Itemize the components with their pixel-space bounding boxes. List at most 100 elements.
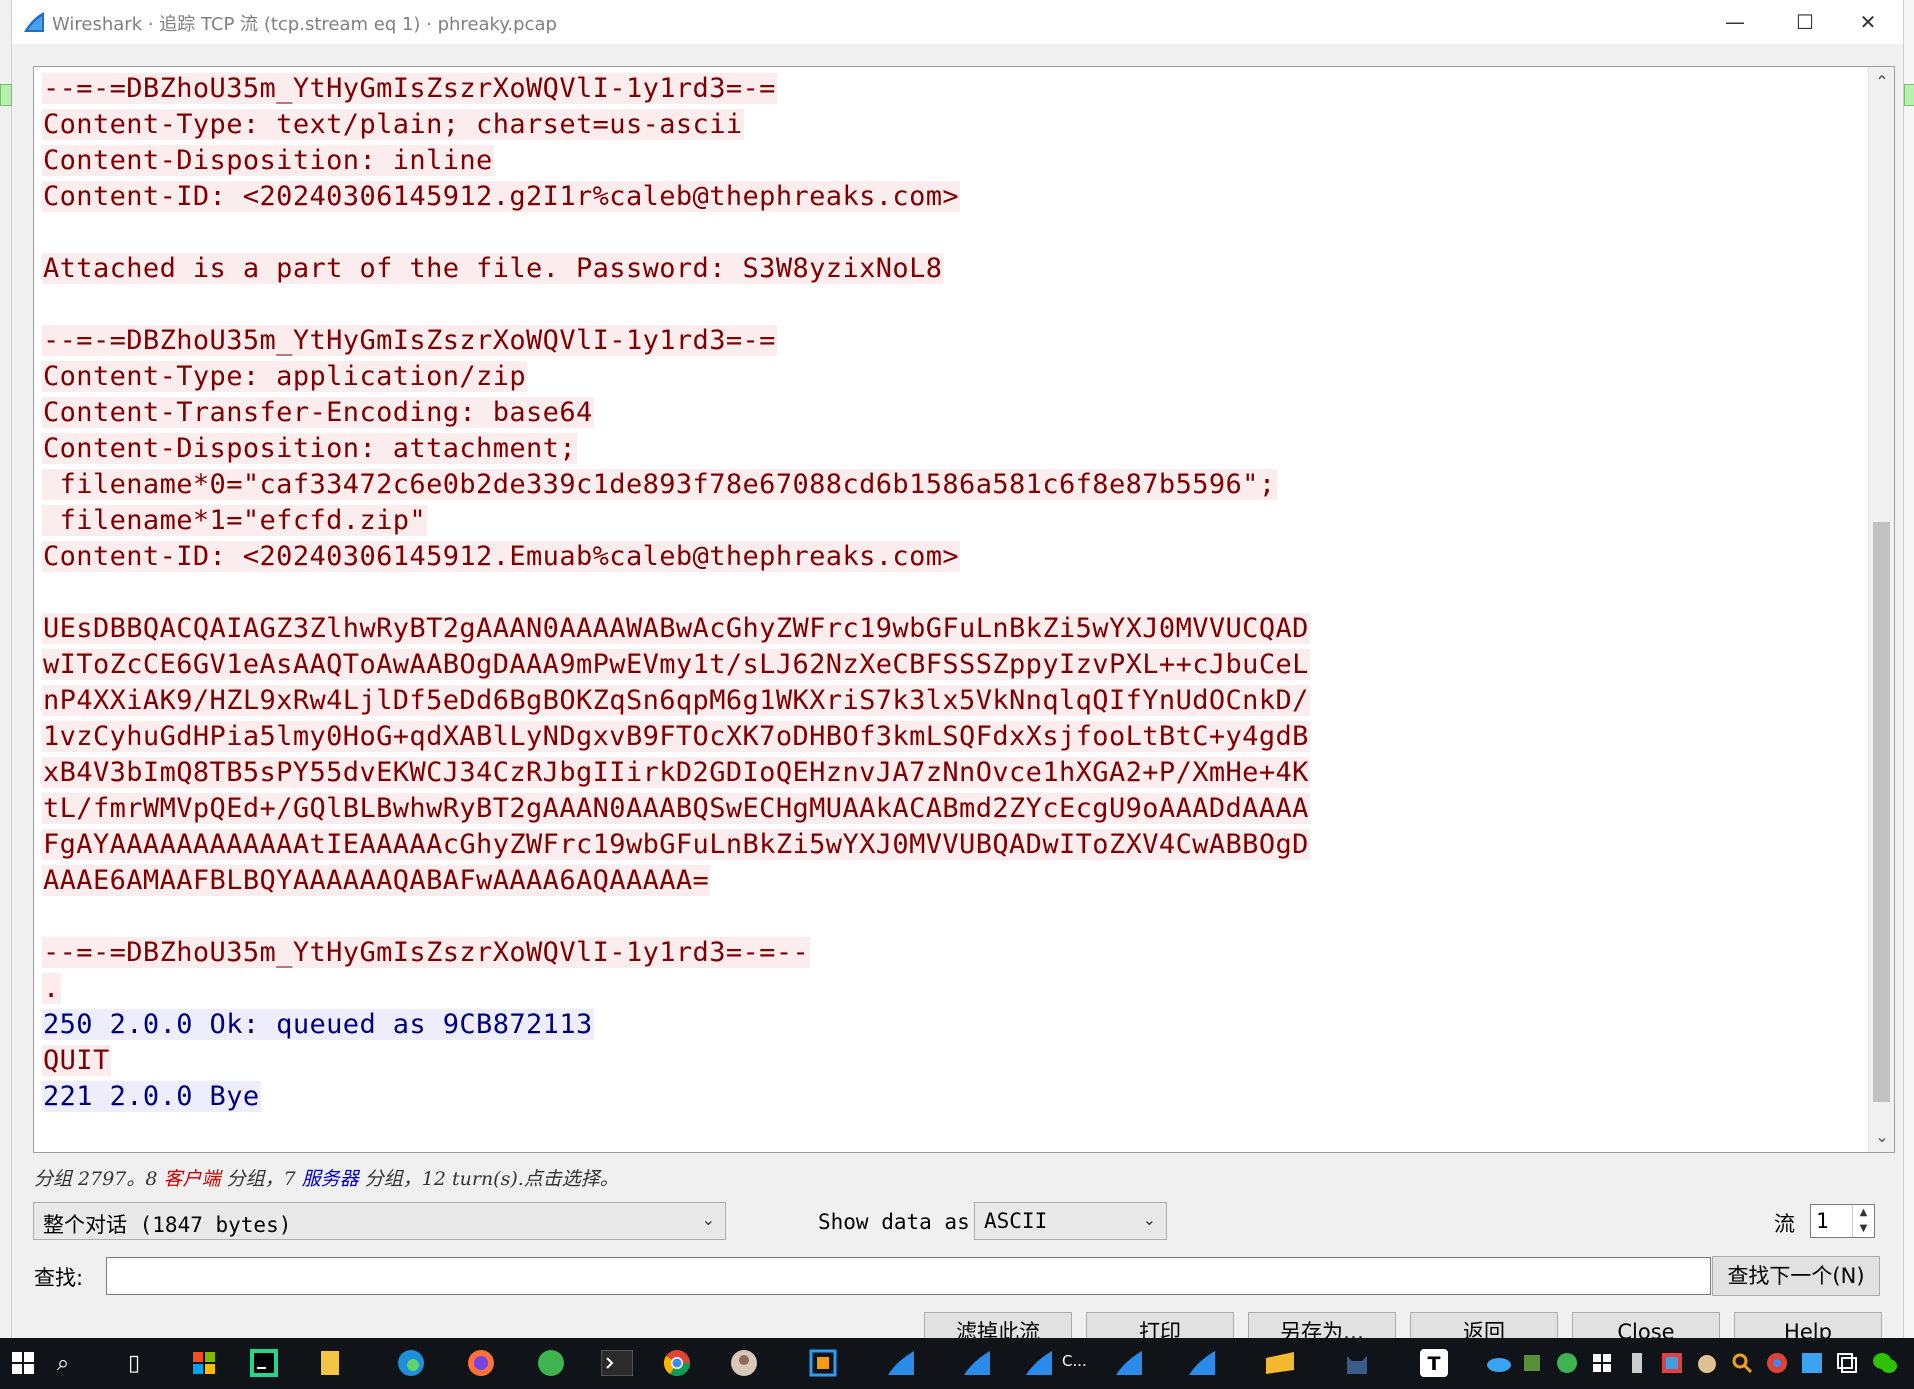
stream-line-blank (42, 287, 1862, 323)
archive-icon[interactable] (1263, 1346, 1297, 1380)
tray-grid-icon[interactable] (1585, 1346, 1619, 1380)
stream-line-text: Content-Transfer-Encoding: base64 (42, 397, 594, 428)
stream-line-client: Content-Transfer-Encoding: base64 (42, 395, 1862, 431)
print-button[interactable]: 打印 (1086, 1312, 1234, 1338)
svg-text:T: T (1428, 1353, 1441, 1375)
find-next-button[interactable]: 查找下一个(N) (1712, 1256, 1880, 1296)
windows-start-icon[interactable] (6, 1346, 40, 1380)
stream-line-text: Content-ID: <20240306145912.g2I1r%caleb@… (42, 181, 961, 212)
stream-line-client: wIToZcCE6GV1eAsAAQToAwAABOgDAAA9mPwEVmy1… (42, 647, 1862, 683)
stream-line-text: UEsDBBQACQAIAGZ3ZlhwRyBT2gAAAN0AAAAWABwA… (42, 613, 1310, 644)
terminal-icon[interactable] (600, 1346, 634, 1380)
stream-line-text: filename*0="caf33472c6e0b2de339c1de893f7… (42, 469, 1277, 500)
vertical-scrollbar[interactable]: ⌃ ⌄ (1868, 67, 1894, 1152)
stepper-down-icon[interactable]: ▼ (1852, 1221, 1874, 1237)
tray-cat-icon[interactable] (1690, 1346, 1724, 1380)
stream-line-text: FgAYAAAAAAAAAAAAtIEAAAAAcGhyZWFrc19wbGFu… (42, 829, 1310, 860)
filter-out-button[interactable]: 滤掉此流 (924, 1312, 1072, 1338)
stream-line-text: . (42, 973, 61, 1004)
stream-line-text (42, 577, 44, 608)
wireshark-taskbar-icon[interactable] (1022, 1346, 1056, 1380)
file-explorer-icon[interactable] (314, 1346, 348, 1380)
summary-prefix: 分组 2797。8 (34, 1168, 164, 1190)
title-bar: Wireshark · 追踪 TCP 流 (tcp.stream eq 1) ·… (12, 0, 1903, 44)
help-button[interactable]: Help (1734, 1312, 1882, 1338)
stream-line-text: Content-Type: application/zip (42, 361, 528, 392)
stream-line-text: 221 2.0.0 Bye (42, 1081, 261, 1112)
tray-app-icon[interactable] (1515, 1346, 1549, 1380)
close-window-button[interactable]: ✕ (1833, 0, 1903, 44)
stream-line-client: --=-=DBZhoU35m_YtHyGmIsZszrXoWQVlI-1y1rd… (42, 71, 1862, 107)
wireshark-taskbar-icon[interactable] (1185, 1346, 1219, 1380)
stream-line-client: Content-ID: <20240306145912.Emuab%caleb@… (42, 539, 1862, 575)
cat-app-icon[interactable] (1340, 1346, 1374, 1380)
server-label: 服务器 (301, 1168, 359, 1190)
stream-line-client: Content-Disposition: inline (42, 143, 1862, 179)
show-data-select[interactable]: ASCII ⌄ (974, 1202, 1167, 1240)
tray-search-icon[interactable] (1725, 1346, 1759, 1380)
stream-line-text: wIToZcCE6GV1eAsAAQToAwAABOgDAAA9mPwEVmy1… (42, 649, 1310, 680)
scroll-down-arrow-icon[interactable]: ⌄ (1869, 1124, 1894, 1150)
browser-e-icon[interactable] (534, 1346, 568, 1380)
search-icon[interactable]: ⌕ (46, 1346, 80, 1380)
taskbar: ⌕ ▯ C... T (0, 1338, 1914, 1389)
stream-number-value: 1 (1816, 1209, 1829, 1233)
tray-color-icon[interactable] (1655, 1346, 1689, 1380)
conversation-select[interactable]: 整个对话 (1847 bytes) ⌄ (33, 1202, 726, 1240)
stream-line-client: nP4XXiAK9/HZL9xRw4LjlDf5eDd6BgBOKZqSn6qp… (42, 683, 1862, 719)
stream-line-client: . (42, 971, 1862, 1007)
tray-window-icon[interactable] (1830, 1346, 1864, 1380)
find-label: 查找: (34, 1266, 84, 1290)
stream-number-stepper[interactable]: 1 ▲ ▼ (1810, 1204, 1875, 1238)
stream-line-client: filename*1="efcfd.zip" (42, 503, 1862, 539)
chrome-icon[interactable] (660, 1346, 694, 1380)
tray-edit-icon[interactable] (1795, 1346, 1829, 1380)
minimize-button[interactable]: — (1700, 0, 1770, 44)
stream-line-text: --=-=DBZhoU35m_YtHyGmIsZszrXoWQVlI-1y1rd… (42, 325, 777, 356)
stream-line-client: UEsDBBQACQAIAGZ3ZlhwRyBT2gAAAN0AAAAWABwA… (42, 611, 1862, 647)
pycharm-icon[interactable] (247, 1346, 281, 1380)
stream-line-text: xB4V3bImQ8TB5sPY55dvEKWCJ34CzRJbgIIirkD2… (42, 757, 1310, 788)
stream-line-client: Content-ID: <20240306145912.g2I1r%caleb@… (42, 179, 1862, 215)
stream-line-text: AAAE6AMAAFBLBQYAAAAAAQABAFwAAAA6AQAAAAA= (42, 865, 711, 896)
wireshark-taskbar-icon[interactable] (1112, 1346, 1146, 1380)
stream-line-text: Content-ID: <20240306145912.Emuab%caleb@… (42, 541, 961, 572)
taskbar-running-label: C... (1062, 1352, 1087, 1370)
find-input[interactable] (106, 1257, 1711, 1295)
scroll-up-arrow-icon[interactable]: ⌃ (1869, 69, 1894, 95)
stream-lines: --=-=DBZhoU35m_YtHyGmIsZszrXoWQVlI-1y1rd… (42, 71, 1862, 1115)
stream-line-client: AAAE6AMAAFBLBQYAAAAAAQABAFwAAAA6AQAAAAA= (42, 863, 1862, 899)
task-view-icon[interactable]: ▯ (117, 1346, 151, 1380)
firefox-icon[interactable] (464, 1346, 498, 1380)
scrollbar-thumb[interactable] (1873, 522, 1890, 1102)
close-button[interactable]: Close (1572, 1312, 1720, 1338)
edge-icon[interactable] (394, 1346, 428, 1380)
packet-summary: 分组 2797。8 客户端 分组，7 服务器 分组，12 turn(s).点击选… (34, 1164, 619, 1191)
maximize-button[interactable]: ☐ (1770, 0, 1840, 44)
stream-text-area[interactable]: --=-=DBZhoU35m_YtHyGmIsZszrXoWQVlI-1y1rd… (33, 66, 1895, 1153)
stream-line-client: Content-Type: text/plain; charset=us-asc… (42, 107, 1862, 143)
typora-icon[interactable]: T (1417, 1346, 1451, 1380)
stream-line-blank (42, 215, 1862, 251)
stepper-up-icon[interactable]: ▲ (1852, 1205, 1874, 1221)
background-window-left (0, 0, 12, 1338)
conversation-select-value: 整个对话 (1847 bytes) (43, 1213, 292, 1237)
back-button[interactable]: 返回 (1410, 1312, 1558, 1338)
save-as-button[interactable]: 另存为… (1248, 1312, 1396, 1338)
usb-icon[interactable] (1620, 1346, 1654, 1380)
avatar-app-icon[interactable] (727, 1346, 761, 1380)
app-window-icon[interactable] (806, 1346, 840, 1380)
store-icon[interactable] (187, 1346, 221, 1380)
show-data-select-value: ASCII (984, 1209, 1048, 1233)
tray-browser-icon[interactable] (1550, 1346, 1584, 1380)
stream-line-client: filename*0="caf33472c6e0b2de339c1de893f7… (42, 467, 1862, 503)
stream-line-text: Attached is a part of the file. Password… (42, 253, 944, 284)
tray-chrome-icon[interactable] (1760, 1346, 1794, 1380)
stream-line-text: Content-Type: text/plain; charset=us-asc… (42, 109, 744, 140)
onedrive-icon[interactable] (1482, 1346, 1516, 1380)
window-title: Wireshark · 追踪 TCP 流 (tcp.stream eq 1) ·… (52, 14, 557, 35)
stream-line-text: Content-Disposition: attachment; (42, 433, 577, 464)
wireshark-taskbar-icon[interactable] (884, 1346, 918, 1380)
wechat-icon[interactable] (1868, 1346, 1902, 1380)
wireshark-taskbar-icon[interactable] (960, 1346, 994, 1380)
